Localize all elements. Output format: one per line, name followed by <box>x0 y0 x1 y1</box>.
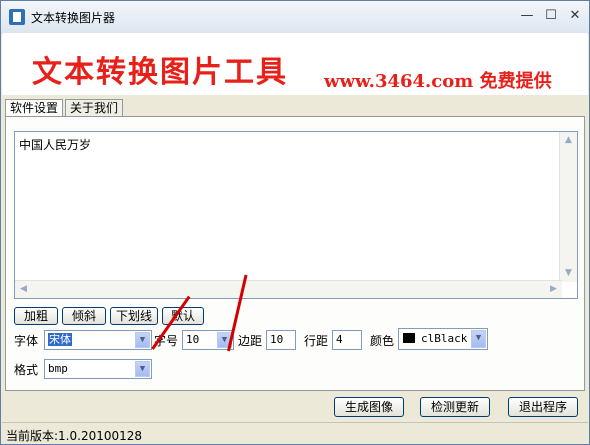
color-label: 颜色 <box>370 334 395 348</box>
scroll-up-icon[interactable]: ▲ <box>560 132 577 149</box>
chevron-down-icon[interactable]: ▼ <box>135 361 150 377</box>
color-combo[interactable]: clBlack ▼ <box>398 328 488 350</box>
underline-button[interactable]: 下划线 <box>110 307 158 325</box>
generate-image-button[interactable]: 生成图像 <box>334 397 404 417</box>
format-label: 格式 <box>14 363 39 377</box>
banner-subtitle: www.3464.com 免费提供 <box>324 71 552 92</box>
italic-button[interactable]: 倾斜 <box>62 307 106 325</box>
chevron-down-icon[interactable]: ▼ <box>471 330 486 348</box>
margin-input[interactable]: 10 <box>266 330 296 350</box>
size-value: 10 <box>186 333 200 346</box>
close-button[interactable]: ✕ <box>565 7 585 25</box>
format-combo[interactable]: bmp ▼ <box>44 359 152 379</box>
window-title: 文本转换图片器 <box>31 11 116 25</box>
vertical-scrollbar[interactable]: ▲ ▼ <box>559 132 577 282</box>
size-combo[interactable]: 10 ▼ <box>182 330 234 350</box>
title-bar[interactable]: 文本转换图片器 — ☐ ✕ <box>1 1 589 34</box>
tab-about[interactable]: 关于我们 <box>65 99 124 116</box>
version-status: 当前版本:1.0.20100128 <box>6 429 143 443</box>
linespacing-label: 行距 <box>304 334 329 348</box>
exit-button[interactable]: 退出程序 <box>508 397 578 417</box>
color-swatch <box>403 333 415 343</box>
settings-panel: 中国人民万岁 ▲ ▼ ◀ ▶ 加粗 倾斜 下划线 默认 字体 宋体 ▼ 字号 1… <box>5 116 585 391</box>
linespacing-input[interactable]: 4 <box>332 330 362 350</box>
editor-content: 中国人民万岁 <box>19 138 92 152</box>
banner-title: 文本转换图片工具 <box>32 55 288 90</box>
check-update-button[interactable]: 检测更新 <box>420 397 490 417</box>
margin-label: 边距 <box>238 334 263 348</box>
margin-value: 10 <box>270 333 284 346</box>
status-bar: 当前版本:1.0.20100128 <box>2 422 588 445</box>
chevron-down-icon[interactable]: ▼ <box>135 332 150 348</box>
minimize-button[interactable]: — <box>517 7 537 25</box>
tab-settings[interactable]: 软件设置 <box>5 99 64 116</box>
bold-button[interactable]: 加粗 <box>14 307 58 325</box>
font-label: 字体 <box>14 334 39 348</box>
format-value: bmp <box>48 362 68 375</box>
app-edit-icon <box>9 9 25 25</box>
font-value: 宋体 <box>48 333 72 346</box>
scroll-down-icon[interactable]: ▼ <box>560 265 577 282</box>
scroll-right-icon[interactable]: ▶ <box>545 281 562 298</box>
scroll-left-icon[interactable]: ◀ <box>15 281 32 298</box>
app-window: 文本转换图片器 — ☐ ✕ 文本转换图片工具 www.3464.com 免费提供… <box>0 0 590 445</box>
linespacing-value: 4 <box>336 333 343 346</box>
text-editor[interactable]: 中国人民万岁 ▲ ▼ ◀ ▶ <box>14 131 578 299</box>
horizontal-scrollbar[interactable]: ◀ ▶ <box>15 280 562 298</box>
banner: 文本转换图片工具 www.3464.com 免费提供 <box>2 33 588 95</box>
font-combo[interactable]: 宋体 ▼ <box>44 330 152 350</box>
color-value: clBlack <box>421 332 468 345</box>
maximize-button[interactable]: ☐ <box>541 7 561 25</box>
